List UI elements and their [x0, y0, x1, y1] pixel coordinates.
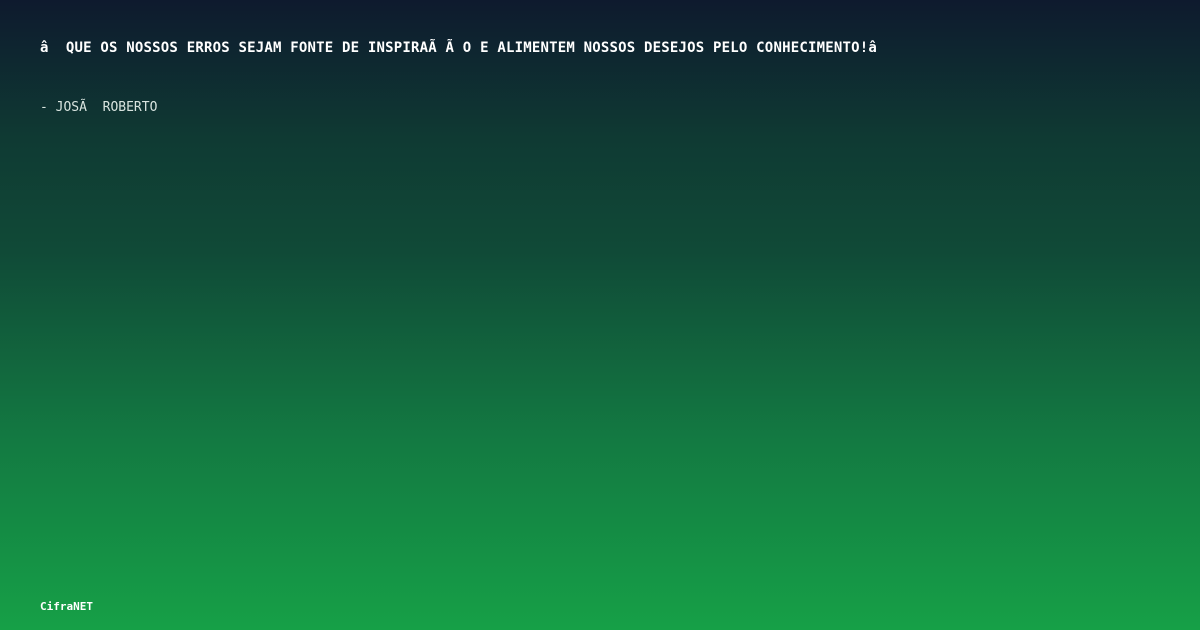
quote-author: - JOSÃ ROBERTO: [40, 100, 158, 115]
quote-text: â QUE OS NOSSOS ERROS SEJAM FONTE DE INS…: [40, 40, 877, 56]
brand-name: CifraNET: [40, 600, 93, 613]
